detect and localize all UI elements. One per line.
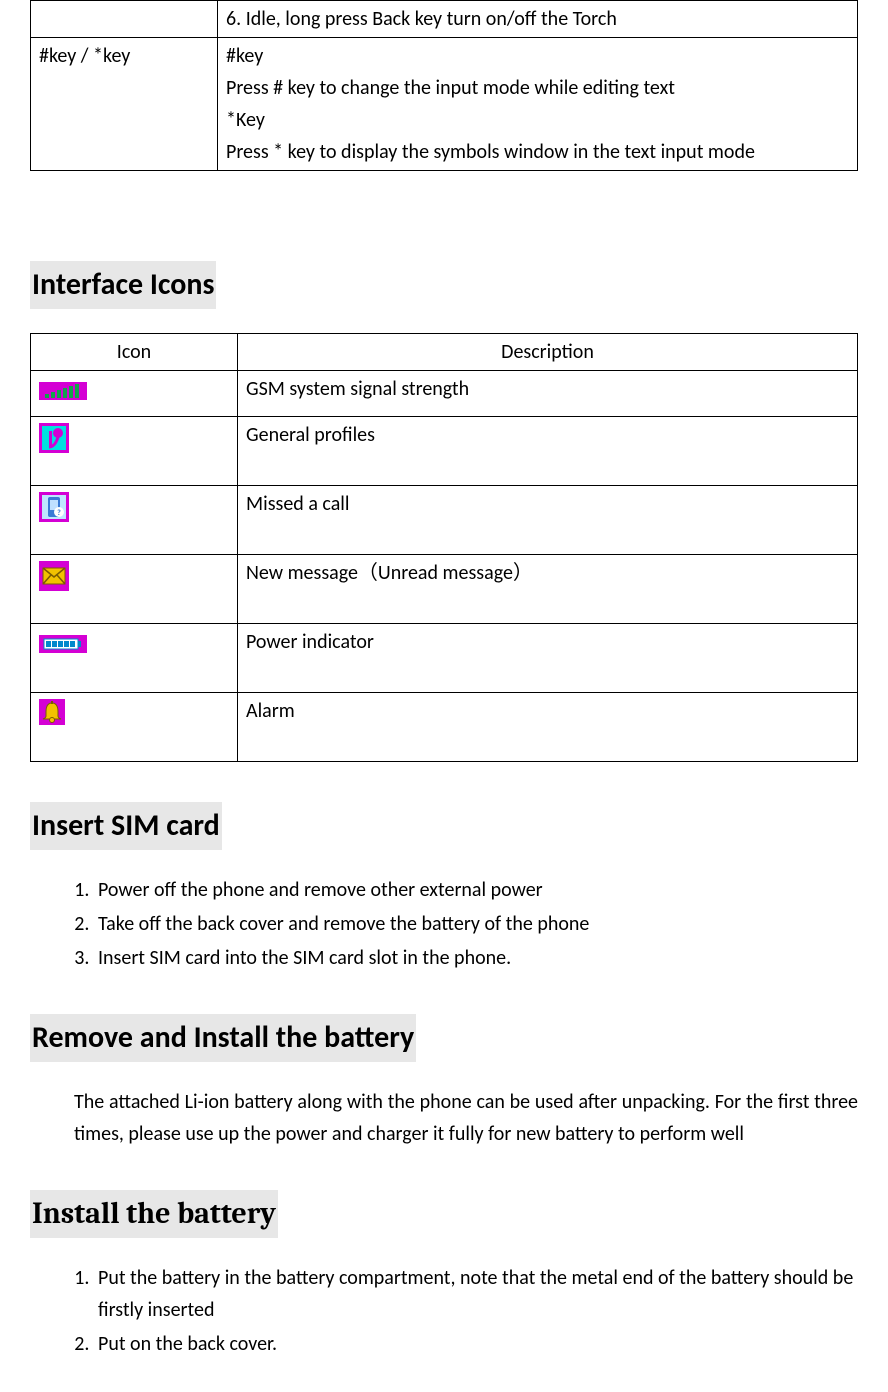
heading-interface-icons: Interface Icons	[30, 261, 216, 309]
icon-table-header-desc: Description	[238, 334, 858, 371]
heading-insert-sim: Insert SIM card	[30, 802, 222, 850]
heading-install-battery: Install the battery	[30, 1190, 278, 1238]
list-item: Take off the back cover and remove the b…	[94, 908, 858, 940]
icon-desc-alarm: Alarm	[238, 693, 858, 762]
icon-desc-message: New message（Unread message）	[238, 555, 858, 624]
icon-desc-power: Power indicator	[238, 624, 858, 693]
key-cell-blank	[31, 1, 218, 38]
signal-strength-icon	[39, 378, 87, 410]
hash-key-desc: Press # key to change the input mode whi…	[226, 72, 849, 104]
icon-desc-missed: Missed a call	[238, 486, 858, 555]
key-cell-torch: 6. Idle, long press Back key turn on/off…	[218, 1, 858, 38]
icon-cell-missed: ?	[31, 486, 238, 555]
icon-desc-signal: GSM system signal strength	[238, 371, 858, 417]
icon-cell-message	[31, 555, 238, 624]
hash-key-title: #key	[226, 40, 849, 72]
insert-sim-list: Power off the phone and remove other ext…	[30, 874, 858, 974]
key-cell-hashstar-label: #key / *key	[31, 38, 218, 171]
icon-desc-profile: General profiles	[238, 417, 858, 486]
star-key-title: *Key	[226, 104, 849, 136]
icon-cell-power	[31, 624, 238, 693]
remove-install-paragraph: The attached Li-ion battery along with t…	[74, 1086, 858, 1150]
list-item: Insert SIM card into the SIM card slot i…	[94, 942, 858, 974]
list-item: Put the battery in the battery compartme…	[94, 1262, 858, 1326]
icon-cell-signal	[31, 371, 238, 417]
key-cell-hashstar-desc: #key Press # key to change the input mod…	[218, 38, 858, 171]
general-profiles-icon	[39, 423, 69, 463]
star-key-desc: Press * key to display the symbols windo…	[226, 136, 849, 168]
power-indicator-icon	[39, 631, 87, 663]
heading-remove-install-battery: Remove and Install the battery	[30, 1014, 416, 1062]
icon-cell-alarm	[31, 693, 238, 762]
missed-call-icon: ?	[39, 492, 69, 532]
install-battery-list: Put the battery in the battery compartme…	[30, 1262, 858, 1360]
icon-table-header-icon: Icon	[31, 334, 238, 371]
svg-text:?: ?	[57, 508, 61, 518]
list-item: Power off the phone and remove other ext…	[94, 874, 858, 906]
new-message-icon	[39, 561, 69, 601]
key-functions-table: 6. Idle, long press Back key turn on/off…	[30, 0, 858, 171]
icon-cell-profile	[31, 417, 238, 486]
alarm-icon	[39, 699, 65, 735]
list-item: Put on the back cover.	[94, 1328, 858, 1360]
interface-icons-table: Icon Description GSM system signal stren…	[30, 333, 858, 762]
